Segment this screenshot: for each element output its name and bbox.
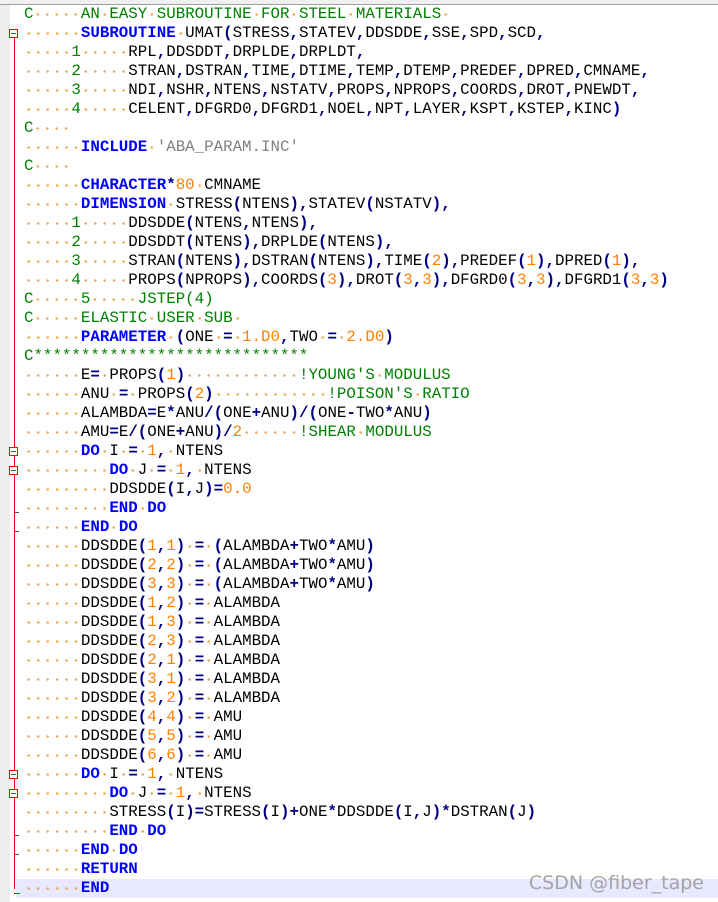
code-line[interactable]: 2 STRAN,DSTRAN,TIME,DTIME,TEMP,DTEMP,PRE… [24, 62, 718, 81]
code-line[interactable]: 1 DDSDDE(NTENS,NTENS), [24, 214, 718, 233]
fold-collapse-icon[interactable] [9, 770, 18, 779]
code-line[interactable]: DO I = 1, NTENS [24, 765, 718, 784]
code-line[interactable]: 4 PROPS(NPROPS),COORDS(3),DROT(3,3),DFGR… [24, 271, 718, 290]
fold-collapse-icon[interactable] [9, 789, 18, 798]
code-line[interactable]: END DO [24, 518, 718, 537]
fold-end-tick [14, 835, 19, 836]
code-line[interactable]: END DO [24, 822, 718, 841]
fold-end-tick [14, 512, 19, 513]
code-line[interactable]: C***************************** [24, 347, 718, 366]
fold-range-line [14, 38, 15, 889]
code-line[interactable]: DDSDDE(2,3) = ALAMBDA [24, 632, 718, 651]
code-line[interactable]: DDSDDE(1,2) = ALAMBDA [24, 594, 718, 613]
code-line[interactable]: C 5 JSTEP(4) [24, 290, 718, 309]
code-line[interactable]: ALAMBDA=E*ANU/(ONE+ANU)/(ONE-TWO*ANU) [24, 404, 718, 423]
code-line[interactable]: DIMENSION STRESS(NTENS),STATEV(NSTATV), [24, 195, 718, 214]
code-line[interactable]: END DO [24, 499, 718, 518]
code-line[interactable]: ANU = PROPS(2) !POISON'S RATIO [24, 385, 718, 404]
code-line[interactable]: 3 STRAN(NTENS),DSTRAN(NTENS),TIME(2),PRE… [24, 252, 718, 271]
code-line[interactable]: DDSDDE(1,3) = ALAMBDA [24, 613, 718, 632]
code-line[interactable]: DDSDDE(2,2) = (ALAMBDA+TWO*AMU) [24, 556, 718, 575]
fold-collapse-icon[interactable] [9, 447, 18, 456]
code-line[interactable]: DDSDDE(2,1) = ALAMBDA [24, 651, 718, 670]
code-line[interactable]: C AN EASY SUBROUTINE FOR STEEL MATERIALS [24, 5, 718, 24]
code-line[interactable]: DDSDDE(I,J)=0.0 [24, 480, 718, 499]
code-line[interactable]: DDSDDE(3,1) = ALAMBDA [24, 670, 718, 689]
fold-end-tick [14, 854, 19, 855]
code-line[interactable]: STRESS(I)=STRESS(I)+ONE*DDSDDE(I,J)*DSTR… [24, 803, 718, 822]
code-line[interactable]: DDSDDE(6,6) = AMU [24, 746, 718, 765]
code-line[interactable]: SUBROUTINE UMAT(STRESS,STATEV,DDSDDE,SSE… [24, 24, 718, 43]
code-line[interactable]: C ELASTIC USER SUB [24, 309, 718, 328]
code-line[interactable]: DDSDDE(3,2) = ALAMBDA [24, 689, 718, 708]
code-line[interactable]: DDSDDE(4,4) = AMU [24, 708, 718, 727]
code-line[interactable]: CHARACTER*80 CMNAME [24, 176, 718, 195]
code-line[interactable]: 4 CELENT,DFGRD0,DFGRD1,NOEL,NPT,LAYER,KS… [24, 100, 718, 119]
fold-collapse-icon[interactable] [9, 466, 18, 475]
fold-end-corner [14, 893, 20, 894]
code-line[interactable]: DDSDDE(3,3) = (ALAMBDA+TWO*AMU) [24, 575, 718, 594]
fold-collapse-icon[interactable] [9, 29, 18, 38]
code-line[interactable]: 1 RPL,DDSDDT,DRPLDE,DRPLDT, [24, 43, 718, 62]
code-line[interactable]: DDSDDE(1,1) = (ALAMBDA+TWO*AMU) [24, 537, 718, 556]
code-line[interactable]: DO I = 1, NTENS [24, 442, 718, 461]
code-line[interactable]: PARAMETER (ONE = 1.D0,TWO = 2.D0) [24, 328, 718, 347]
code-editor[interactable]: C AN EASY SUBROUTINE FOR STEEL MATERIALS… [16, 5, 718, 898]
code-line[interactable]: DO J = 1, NTENS [24, 461, 718, 480]
code-line[interactable]: END DO [24, 841, 718, 860]
watermark: CSDN @fiber_tape [528, 872, 704, 894]
code-line[interactable]: AMU=E/(ONE+ANU)/2 !SHEAR MODULUS [24, 423, 718, 442]
code-line[interactable]: 3 NDI,NSHR,NTENS,NSTATV,PROPS,NPROPS,COO… [24, 81, 718, 100]
code-line[interactable]: E= PROPS(1) !YOUNG'S MODULUS [24, 366, 718, 385]
code-line[interactable]: INCLUDE 'ABA_PARAM.INC' [24, 138, 718, 157]
code-line[interactable]: C [24, 157, 718, 176]
code-line[interactable]: DDSDDE(5,5) = AMU [24, 727, 718, 746]
fold-end-tick [14, 531, 19, 532]
code-line[interactable]: DO J = 1, NTENS [24, 784, 718, 803]
code-line[interactable]: C [24, 119, 718, 138]
code-line[interactable]: 2 DDSDDT(NTENS),DRPLDE(NTENS), [24, 233, 718, 252]
